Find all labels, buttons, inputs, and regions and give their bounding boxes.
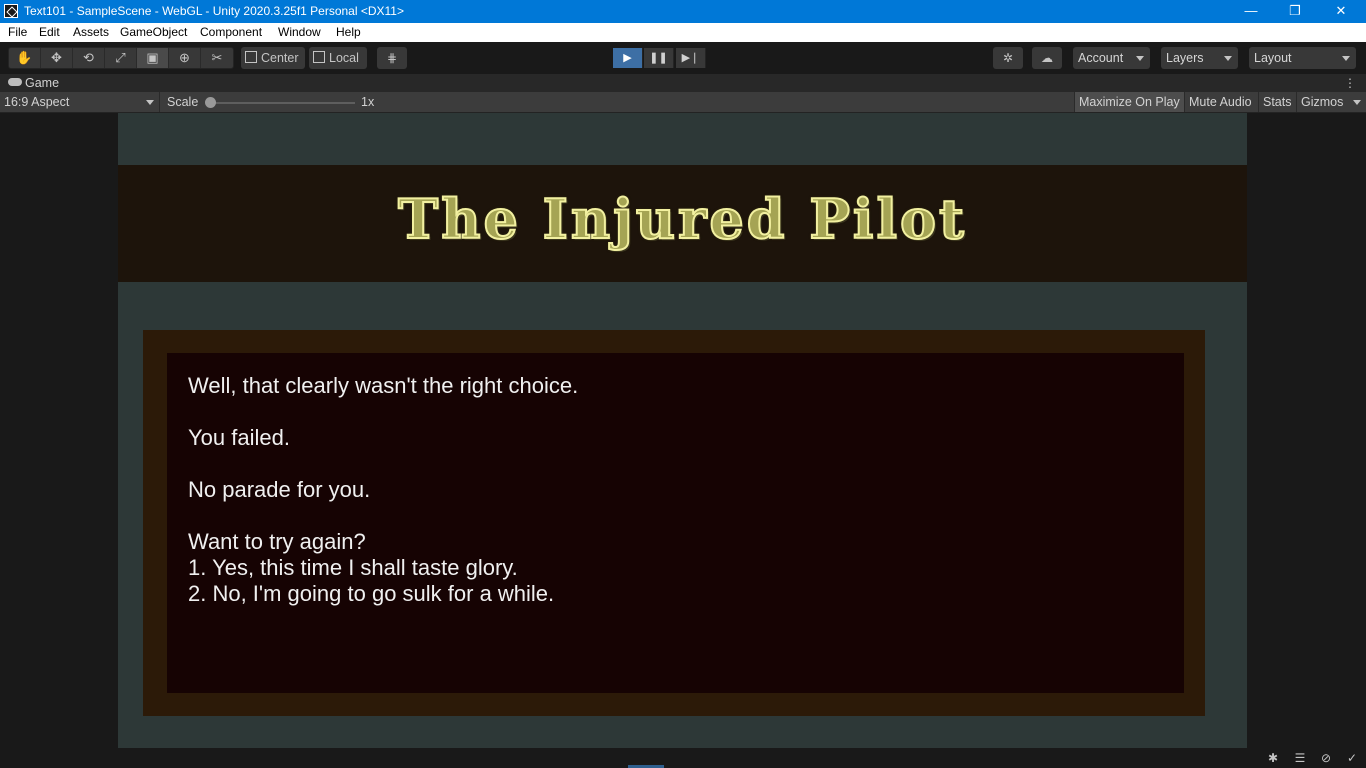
pivot-icon	[245, 51, 257, 63]
cloud-icon: ☁	[1041, 51, 1053, 65]
account-label: Account	[1078, 51, 1124, 65]
pause-button[interactable]: ❚❚	[644, 48, 674, 68]
tab-game[interactable]: Game	[0, 74, 59, 92]
aspect-label: 16:9 Aspect	[4, 95, 70, 109]
maximize-on-play-toggle[interactable]: Maximize On Play	[1074, 92, 1184, 112]
scale-label: Scale	[167, 95, 199, 109]
game-viewport[interactable]: The Injured Pilot Well, that clearly was…	[0, 113, 1366, 748]
menu-assets[interactable]: Assets	[73, 25, 109, 39]
pivot-center-button[interactable]: Center	[241, 47, 305, 69]
story-text: Well, that clearly wasn't the right choi…	[188, 373, 579, 606]
gamepad-icon	[8, 78, 22, 86]
menu-edit[interactable]: Edit	[39, 25, 60, 39]
collab-icon: ✲	[1002, 51, 1014, 65]
tab-game-label: Game	[25, 76, 60, 90]
rect-tool-icon[interactable]: ▣	[137, 48, 169, 68]
layers-dropdown[interactable]: Layers	[1161, 47, 1238, 69]
transform-tools: ✋ ✥ ⟲ ⤢ ▣ ⊕ ✂	[8, 47, 234, 69]
aspect-dropdown[interactable]: 16:9 Aspect	[0, 92, 160, 112]
scale-slider-track[interactable]	[208, 102, 355, 104]
hand-tool-icon[interactable]: ✋	[9, 48, 41, 68]
window-title: Text101 - SampleScene - WebGL - Unity 20…	[24, 4, 404, 18]
game-canvas: The Injured Pilot Well, that clearly was…	[118, 113, 1247, 748]
scale-slider-thumb[interactable]	[205, 97, 216, 108]
rotate-tool-icon[interactable]: ⟲	[73, 48, 105, 68]
pivot-local-button[interactable]: Local	[309, 47, 367, 69]
pivot-local-label: Local	[329, 51, 359, 65]
gizmos-label: Gizmos	[1301, 95, 1344, 109]
play-button[interactable]: ▶	[613, 48, 643, 68]
chevron-down-icon	[1136, 56, 1144, 61]
scale-tool-icon[interactable]: ⤢	[105, 48, 137, 68]
menu-bar: File Edit Assets GameObject Component Wi…	[0, 23, 1366, 42]
layout-label: Layout	[1254, 51, 1292, 65]
menu-window[interactable]: Window	[278, 25, 321, 39]
custom-tool-icon[interactable]: ✂	[201, 48, 233, 68]
game-tab-bar: Game ⋮	[0, 74, 1366, 92]
auto-generate-icon[interactable]: ⊘	[1319, 751, 1333, 765]
step-button[interactable]: ▶❘	[676, 48, 706, 68]
debug-icon[interactable]: ✱	[1266, 751, 1280, 765]
grid-snap-button[interactable]: ⋕	[377, 47, 407, 69]
story-panel: Well, that clearly wasn't the right choi…	[167, 353, 1184, 693]
account-dropdown[interactable]: Account	[1073, 47, 1150, 69]
grid-snap-icon: ⋕	[386, 51, 398, 65]
move-tool-icon[interactable]: ✥	[41, 48, 73, 68]
menu-component[interactable]: Component	[200, 25, 262, 39]
window-titlebar: Text101 - SampleScene - WebGL - Unity 20…	[0, 0, 1366, 23]
cloud-button[interactable]: ☁	[1032, 47, 1062, 69]
menu-file[interactable]: File	[8, 25, 27, 39]
chevron-down-icon	[1224, 56, 1232, 61]
collab-button[interactable]: ✲	[993, 47, 1023, 69]
transform-tool-icon[interactable]: ⊕	[169, 48, 201, 68]
pivot-center-label: Center	[261, 51, 299, 65]
cube-icon	[313, 51, 325, 63]
main-toolbar: ✋ ✥ ⟲ ⤢ ▣ ⊕ ✂ Center Local ⋕ ▶ ❚❚ ▶❘ ✲ ☁…	[0, 42, 1366, 74]
unity-logo-icon	[4, 4, 18, 18]
layers-icon[interactable]: ☰	[1293, 751, 1307, 765]
checkmark-icon[interactable]: ✓	[1345, 751, 1359, 765]
stats-toggle[interactable]: Stats	[1258, 92, 1296, 112]
gizmos-dropdown[interactable]: Gizmos	[1296, 92, 1366, 112]
chevron-down-icon	[146, 100, 154, 105]
game-title: The Injured Pilot	[397, 186, 967, 252]
close-button[interactable]: ✕	[1318, 0, 1364, 23]
maximize-button[interactable]: ❐	[1272, 0, 1318, 23]
menu-gameobject[interactable]: GameObject	[120, 25, 187, 39]
title-band: The Injured Pilot	[118, 165, 1247, 282]
layout-dropdown[interactable]: Layout	[1249, 47, 1356, 69]
scale-value: 1x	[361, 95, 375, 109]
story-frame: Well, that clearly wasn't the right choi…	[143, 330, 1205, 716]
mute-audio-toggle[interactable]: Mute Audio	[1184, 92, 1258, 112]
tab-menu-icon[interactable]: ⋮	[1344, 74, 1356, 92]
chevron-down-icon	[1353, 100, 1361, 105]
layers-label: Layers	[1166, 51, 1204, 65]
status-bar: ✱ ☰ ⊘ ✓	[0, 748, 1366, 768]
game-controls-bar: 16:9 Aspect Scale 1x Maximize On Play Mu…	[0, 92, 1366, 113]
menu-help[interactable]: Help	[336, 25, 361, 39]
minimize-button[interactable]: —	[1228, 0, 1274, 23]
chevron-down-icon	[1342, 56, 1350, 61]
